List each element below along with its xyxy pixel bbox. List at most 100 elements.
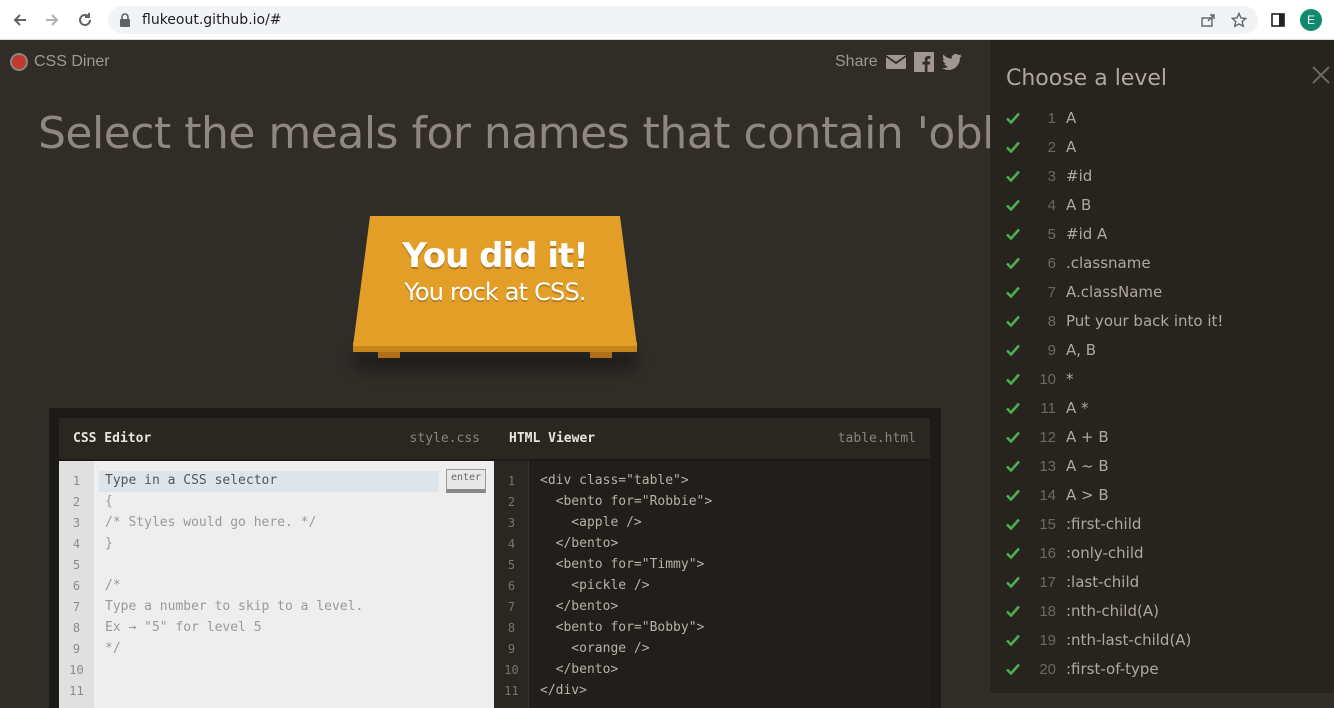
forward-icon[interactable] bbox=[40, 8, 64, 32]
check-icon bbox=[1006, 633, 1022, 647]
back-icon[interactable] bbox=[8, 8, 32, 32]
html-viewer-title: HTML Viewer bbox=[509, 431, 596, 446]
level-name: #id bbox=[1066, 167, 1093, 185]
share-bar: Share bbox=[835, 52, 962, 72]
css-editor-pane: CSS Editor style.css 1 2 3 4 5 6 7 8 9 1… bbox=[59, 418, 494, 708]
star-icon[interactable] bbox=[1229, 10, 1249, 30]
code-line: /* bbox=[105, 578, 121, 593]
markup-line[interactable]: <bento for="Timmy"> bbox=[540, 557, 705, 572]
level-number: 17 bbox=[1039, 573, 1056, 591]
level-item[interactable]: 7 A.className bbox=[1006, 280, 1162, 304]
css-editor-body: 1 2 3 4 5 6 7 8 9 10 11 Type in a CSS se… bbox=[59, 461, 494, 708]
line-number: 7 bbox=[507, 600, 516, 614]
check-icon bbox=[1006, 459, 1022, 473]
close-icon[interactable] bbox=[1310, 64, 1332, 86]
sidebar-icon[interactable] bbox=[1268, 10, 1288, 30]
share-page-icon[interactable] bbox=[1198, 10, 1218, 30]
markup-line[interactable]: <orange /> bbox=[540, 641, 649, 656]
html-line-gutter: 1 2 3 4 5 6 7 8 9 10 11 bbox=[494, 461, 529, 708]
twitter-icon[interactable] bbox=[941, 52, 962, 72]
css-editor-title: CSS Editor bbox=[73, 431, 152, 446]
markup-line[interactable]: <bento for="Robbie"> bbox=[540, 494, 713, 509]
line-number: 1 bbox=[72, 474, 81, 488]
level-name: :nth-last-child(A) bbox=[1066, 631, 1192, 649]
level-item[interactable]: 12 A + B bbox=[1006, 425, 1109, 449]
level-name: :first-of-type bbox=[1066, 660, 1159, 678]
level-name: A, B bbox=[1066, 341, 1097, 359]
line-number: 9 bbox=[72, 642, 81, 656]
css-line-gutter: 1 2 3 4 5 6 7 8 9 10 11 bbox=[59, 461, 94, 708]
line-number: 2 bbox=[507, 495, 516, 509]
level-item[interactable]: 13 A ~ B bbox=[1006, 454, 1109, 478]
level-number: 18 bbox=[1039, 602, 1056, 620]
markup-line[interactable]: </div> bbox=[540, 683, 587, 698]
level-item[interactable]: 20:first-of-type bbox=[1006, 657, 1159, 681]
editor-panel: CSS Editor style.css 1 2 3 4 5 6 7 8 9 1… bbox=[49, 408, 941, 708]
reload-icon[interactable] bbox=[73, 8, 97, 32]
level-number: 4 bbox=[1047, 196, 1056, 214]
level-item[interactable]: 19:nth-last-child(A) bbox=[1006, 628, 1191, 652]
level-name: :only-child bbox=[1066, 544, 1144, 562]
markup-line[interactable]: <bento for="Bobby"> bbox=[540, 620, 705, 635]
line-number: 8 bbox=[507, 621, 516, 635]
facebook-icon[interactable] bbox=[913, 52, 934, 72]
level-item[interactable]: 17 :last-child bbox=[1006, 570, 1139, 594]
level-item[interactable]: 9 A, B bbox=[1006, 338, 1096, 362]
check-icon bbox=[1006, 111, 1022, 125]
level-name: :first-child bbox=[1066, 515, 1142, 533]
level-item[interactable]: 6 .classname bbox=[1006, 251, 1151, 275]
check-icon bbox=[1006, 430, 1022, 444]
level-item[interactable]: 1A bbox=[1006, 106, 1076, 130]
markup-line[interactable]: </bento> bbox=[540, 599, 619, 614]
markup-line[interactable]: <pickle /> bbox=[540, 578, 649, 593]
check-icon bbox=[1006, 546, 1022, 560]
html-filename: table.html bbox=[837, 431, 916, 446]
level-item[interactable]: 11 A * bbox=[1006, 396, 1089, 420]
level-number: 16 bbox=[1039, 544, 1056, 562]
check-icon bbox=[1006, 488, 1022, 502]
logo-icon bbox=[10, 53, 28, 71]
level-item[interactable]: 10 * bbox=[1006, 367, 1074, 391]
level-item[interactable]: 5 #id A bbox=[1006, 222, 1107, 246]
enter-button[interactable]: enter bbox=[446, 469, 486, 493]
email-icon[interactable] bbox=[885, 52, 906, 72]
check-icon bbox=[1006, 169, 1022, 183]
check-icon bbox=[1006, 372, 1022, 386]
code-line: /* Styles would go here. */ bbox=[105, 515, 317, 530]
level-number: 8 bbox=[1047, 312, 1056, 330]
game-area: CSS Diner Share Select the meals for nam… bbox=[0, 40, 1022, 708]
lock-icon bbox=[120, 13, 130, 27]
markup-line[interactable]: </bento> bbox=[540, 662, 619, 677]
line-number: 8 bbox=[72, 621, 81, 635]
level-name: * bbox=[1066, 370, 1074, 388]
address-bar[interactable]: flukeout.github.io/# bbox=[108, 6, 1258, 34]
profile-avatar[interactable]: E bbox=[1300, 9, 1322, 31]
level-item[interactable]: 2A bbox=[1006, 135, 1076, 159]
markup-line[interactable]: </bento> bbox=[540, 536, 619, 551]
line-number: 11 bbox=[504, 684, 519, 698]
code-line: Ex → "5" for level 5 bbox=[105, 620, 262, 635]
level-item[interactable]: 16 :only-child bbox=[1006, 541, 1144, 565]
level-name: :last-child bbox=[1066, 573, 1140, 591]
level-item[interactable]: 18:nth-child(A) bbox=[1006, 599, 1159, 623]
level-instruction: Select the meals for names that contain … bbox=[38, 108, 1022, 159]
html-viewer-pane: HTML Viewer table.html 1 2 3 4 5 6 7 8 9… bbox=[494, 418, 930, 708]
check-icon bbox=[1006, 285, 1022, 299]
code-line: } bbox=[105, 536, 113, 551]
level-number: 7 bbox=[1047, 283, 1056, 301]
level-item[interactable]: 14 A > B bbox=[1006, 483, 1109, 507]
level-name: A > B bbox=[1066, 486, 1109, 504]
level-name: A bbox=[1066, 138, 1077, 156]
level-number: 14 bbox=[1039, 486, 1056, 504]
level-item[interactable]: 15:first-child bbox=[1006, 512, 1141, 536]
css-selector-input[interactable]: Type in a CSS selector bbox=[99, 471, 439, 492]
markup-line[interactable]: <div class="table"> bbox=[540, 473, 689, 488]
markup-line[interactable]: <apple /> bbox=[540, 515, 641, 530]
level-number: 12 bbox=[1039, 428, 1056, 446]
level-item[interactable]: 8 Put your back into it! bbox=[1006, 309, 1223, 333]
line-number: 10 bbox=[69, 663, 84, 677]
app-logo[interactable]: CSS Diner bbox=[10, 53, 110, 71]
level-item[interactable]: 3 #id bbox=[1006, 164, 1092, 188]
level-number: 1 bbox=[1047, 109, 1056, 127]
level-item[interactable]: 4 A B bbox=[1006, 193, 1091, 217]
